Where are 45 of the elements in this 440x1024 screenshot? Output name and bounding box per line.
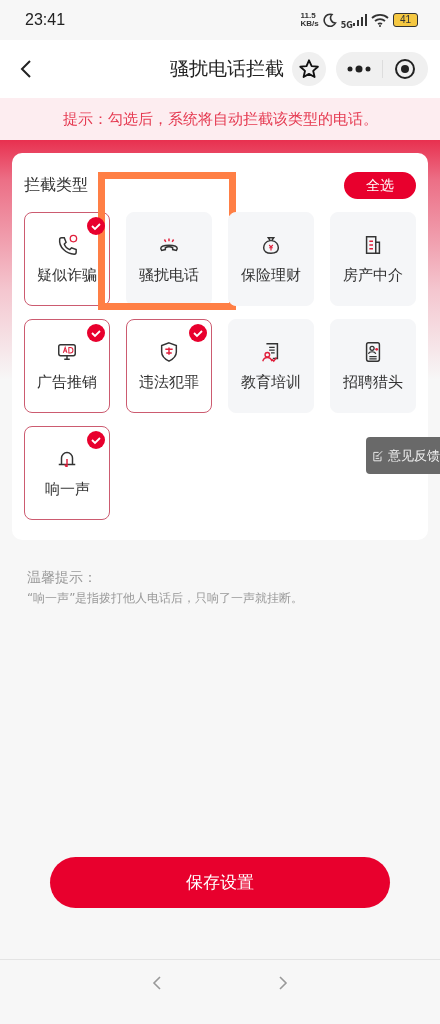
category-tile[interactable]: 违法犯罪 (126, 319, 212, 413)
favorite-button[interactable] (292, 52, 326, 86)
star-icon (298, 58, 320, 80)
category-label: 房产中介 (343, 265, 403, 285)
category-tile[interactable]: 广告推销 (24, 319, 110, 413)
section-title: 拦截类型 (24, 175, 88, 196)
category-tile[interactable]: 房产中介 (330, 212, 416, 306)
status-time: 23:41 (25, 11, 66, 29)
phone-icon (56, 233, 78, 256)
check-badge-icon (189, 324, 207, 342)
check-badge-icon (87, 324, 105, 342)
more-icon (345, 65, 372, 73)
category-label: 骚扰电话 (139, 265, 199, 285)
category-label: 保险理财 (241, 265, 301, 285)
back-icon (20, 59, 32, 79)
network-speed-unit: KB/s (300, 20, 319, 28)
moon-icon (322, 13, 337, 27)
category-tile[interactable]: 教育培训 (228, 319, 314, 413)
category-label: 疑似诈骗 (37, 265, 97, 285)
hint-title: 温馨提示： (27, 568, 98, 587)
category-label: 违法犯罪 (139, 372, 199, 392)
hint-text: “响一声”是指拨打他人电话后，只响了一声就挂断。 (27, 590, 305, 607)
check-badge-icon (87, 217, 105, 235)
category-label: 广告推销 (37, 372, 97, 392)
category-tile[interactable]: 骚扰电话 (126, 212, 212, 306)
network-type: 5G (340, 20, 353, 30)
feedback-button[interactable]: 意见反馈 (366, 437, 440, 474)
save-button[interactable]: 保存设置 (50, 857, 390, 908)
signal-icon (352, 14, 367, 26)
category-label: 教育培训 (241, 372, 301, 392)
page-title: 骚扰电话拦截 (170, 56, 284, 81)
category-label: 招聘猎头 (343, 372, 403, 392)
check-badge-icon (87, 431, 105, 449)
category-tile[interactable]: 响一声 (24, 426, 110, 520)
category-tile[interactable]: 招聘猎头 (330, 319, 416, 413)
select-all-button[interactable]: 全选 (344, 172, 416, 199)
category-tile[interactable]: 保险理财 (228, 212, 314, 306)
battery-indicator: 41 (392, 13, 418, 27)
notice-text: 提示：勾选后，系统将自动拦截该类型的电话。 (62, 109, 378, 129)
wifi-icon (370, 13, 389, 27)
close-icon (394, 58, 417, 80)
category-tile[interactable]: 疑似诈骗 (24, 212, 110, 306)
network-speed: 11.5 (300, 12, 317, 20)
shield-icon (158, 340, 180, 363)
category-label: 响一声 (44, 479, 90, 499)
